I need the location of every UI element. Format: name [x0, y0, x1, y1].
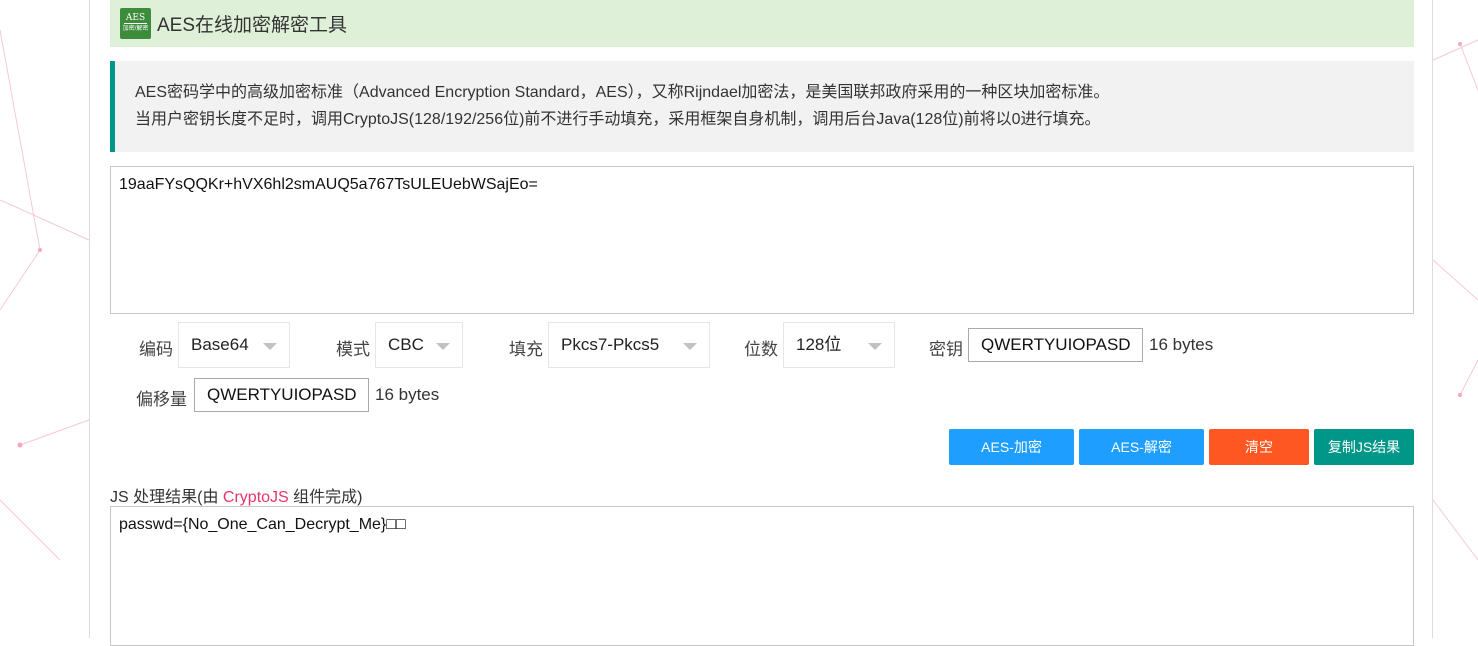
encrypt-button[interactable]: AES-加密	[949, 429, 1074, 465]
description-line-2: 当用户密钥长度不足时，调用CryptoJS(128/192/256位)前不进行手…	[135, 111, 1101, 128]
aes-logo-icon: AES 加密/解密	[120, 8, 151, 39]
tool-card: AES 加密/解密 AES在线加密解密工具 AES密码学中的高级加密标准（Adv…	[89, 0, 1433, 646]
key-input[interactable]	[968, 328, 1143, 362]
key-label: 密钥	[929, 340, 963, 359]
iv-bytes: 16 bytes	[375, 385, 440, 404]
page-title: AES在线加密解密工具	[157, 15, 348, 36]
encoding-value: Base64	[191, 335, 249, 354]
mode-value: CBC	[388, 335, 424, 354]
title-bar: AES 加密/解密 AES在线加密解密工具	[110, 0, 1414, 47]
mode-select[interactable]: CBC	[375, 322, 463, 368]
description-line-1: AES密码学中的高级加密标准（Advanced Encryption Stand…	[135, 84, 1110, 101]
result-label: JS 处理结果(由 CryptoJS 组件完成)	[110, 483, 362, 507]
iv-input[interactable]	[194, 378, 369, 412]
bits-label: 位数	[744, 340, 778, 359]
chevron-down-icon	[263, 343, 277, 350]
output-textarea[interactable]: passwd={No_One_Can_Decrypt_Me}□□	[110, 506, 1414, 646]
clear-button[interactable]: 清空	[1209, 429, 1309, 465]
description-box: AES密码学中的高级加密标准（Advanced Encryption Stand…	[110, 61, 1414, 152]
decrypt-button[interactable]: AES-解密	[1079, 429, 1204, 465]
encoding-select[interactable]: Base64	[178, 322, 290, 368]
chevron-down-icon	[868, 343, 882, 350]
padding-select[interactable]: Pkcs7-Pkcs5	[548, 322, 710, 368]
key-bytes: 16 bytes	[1149, 335, 1214, 354]
bits-value: 128位	[796, 335, 842, 354]
copy-result-button[interactable]: 复制JS结果	[1314, 429, 1414, 465]
chevron-down-icon	[436, 343, 450, 350]
encoding-label: 编码	[139, 340, 173, 359]
mode-label: 模式	[336, 340, 370, 359]
padding-label: 填充	[509, 340, 543, 359]
logo-subtext: 加密/解密	[122, 26, 149, 32]
padding-value: Pkcs7-Pkcs5	[561, 335, 660, 354]
result-label-suffix: 组件完成)	[288, 489, 363, 506]
iv-label: 偏移量	[136, 390, 187, 409]
result-label-prefix: JS 处理结果(由	[110, 489, 223, 506]
input-textarea[interactable]: 19aaFYsQQKr+hVX6hl2smAUQ5a767TsULEUebWSa…	[110, 166, 1414, 314]
chevron-down-icon	[683, 343, 697, 350]
logo-text: AES	[123, 13, 148, 24]
result-label-highlight: CryptoJS	[222, 489, 289, 506]
bits-select[interactable]: 128位	[783, 322, 895, 368]
